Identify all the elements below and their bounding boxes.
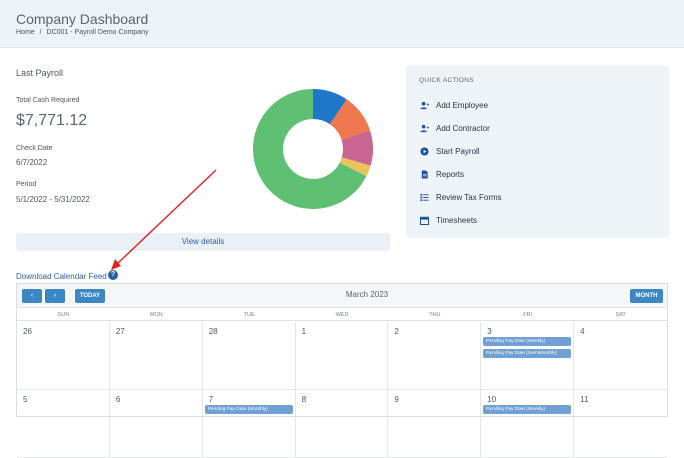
- day-number: 3: [487, 327, 492, 336]
- document-icon: [420, 169, 429, 179]
- weekday-label: FRI: [523, 312, 533, 318]
- help-icon[interactable]: ?: [108, 270, 118, 280]
- calendar-event[interactable]: Pending Pay Date (Monthly): [204, 405, 293, 414]
- calendar-day-cell[interactable]: 7 Pending Pay Date (Monthly): [202, 390, 296, 458]
- day-number: 28: [208, 327, 218, 336]
- day-number: 27: [115, 327, 125, 336]
- calendar-day-cell[interactable]: 2: [388, 322, 482, 390]
- calendar-day-cell[interactable]: 9: [388, 390, 482, 458]
- day-number: 10: [487, 395, 497, 404]
- calendar-day-cell[interactable]: 6: [109, 390, 203, 458]
- total-cash-value: $7,771.12: [16, 112, 88, 129]
- calendar-day-cell[interactable]: 26: [17, 322, 110, 390]
- day-number: 7: [208, 395, 214, 404]
- breadcrumb-separator: /: [39, 29, 42, 36]
- weekday-label: SUN: [57, 312, 70, 318]
- add-contractor-icon: [420, 124, 429, 133]
- calendar-day-cell[interactable]: 3 Pending Pay Date (Weekly) Pending Pay Da…: [481, 322, 575, 390]
- list-icon: [420, 193, 429, 202]
- calendar-day-cell[interactable]: 11: [574, 390, 667, 458]
- weekday-label: WED: [335, 312, 349, 318]
- breadcrumb: Home / DC001 - Payroll Demo Company: [16, 29, 151, 36]
- day-number: 6: [115, 395, 121, 404]
- calendar-toolbar: ‹ › TODAY March 2023 MONTH: [17, 284, 667, 308]
- timesheets-action[interactable]: Timesheets: [420, 213, 477, 227]
- page-header: Company Dashboard Home / DC001 - Payroll…: [0, 0, 684, 48]
- day-number: 8: [301, 395, 307, 404]
- calendar-day-cell[interactable]: 1: [295, 322, 389, 390]
- start-payroll-label: Start Payroll: [436, 146, 480, 156]
- calendar-day-cell[interactable]: 28: [202, 322, 296, 390]
- period-value: 5/1/2022 - 5/31/2022: [16, 195, 90, 204]
- page-title: Company Dashboard: [16, 11, 149, 27]
- check-date-value: 6/7/2022: [16, 158, 48, 167]
- add-employee-action[interactable]: Add Employee: [420, 98, 488, 112]
- add-employee-label: Add Employee: [436, 100, 489, 110]
- weekday-label: THU: [429, 312, 441, 318]
- calendar-month-label: March 2023: [345, 290, 389, 299]
- breadcrumb-company: DC001 - Payroll Demo Company: [46, 29, 149, 36]
- day-number: 4: [580, 327, 585, 336]
- period-label: Period: [16, 181, 37, 188]
- weekday-label: MON: [149, 312, 163, 318]
- calendar-prev-button[interactable]: ‹: [22, 289, 42, 303]
- weekday-label: SAT: [615, 312, 626, 318]
- calendar-next-button[interactable]: ›: [45, 289, 65, 303]
- calendar-grid: 26 27 28 1 2 3 Pending Pay Date (Weekly) Pendin…: [17, 322, 667, 458]
- calendar-day-cell[interactable]: 5: [17, 390, 110, 458]
- calendar-event[interactable]: Pending Pay Date (Weekly): [483, 405, 572, 414]
- download-calendar-feed-link[interactable]: Download Calendar Feed: [16, 272, 107, 281]
- check-date-label: Check Date: [16, 145, 53, 152]
- day-number: 5: [23, 395, 28, 404]
- timesheets-label: Timesheets: [436, 215, 478, 225]
- review-tax-forms-action[interactable]: Review Tax Forms: [420, 190, 502, 204]
- add-contractor-label: Add Contractor: [436, 123, 490, 133]
- add-user-icon: [420, 101, 429, 110]
- day-number: 9: [394, 395, 399, 404]
- last-payroll-title: Last Payroll: [16, 68, 64, 78]
- day-number: 1: [301, 327, 307, 336]
- calendar: ‹ › TODAY March 2023 MONTH SUN MON TUE W…: [16, 283, 668, 458]
- calendar-day-cell[interactable]: 4: [574, 322, 667, 390]
- calendar-weekdays: SUN MON TUE WED THU FRI SAT: [17, 309, 667, 321]
- day-number: 11: [580, 395, 589, 404]
- payroll-donut-chart: [253, 89, 373, 209]
- calendar-day-cell[interactable]: 8: [295, 390, 389, 458]
- reports-label: Reports: [436, 169, 465, 179]
- quick-actions-panel: QUICK ACTIONS Add Employee Add Contracto…: [406, 65, 669, 238]
- calendar-day-cell[interactable]: 10 Pending Pay Date (Weekly): [481, 390, 575, 458]
- calendar-event[interactable]: Pending Pay Date (Weekly): [483, 337, 572, 346]
- calendar-today-button[interactable]: TODAY: [75, 289, 105, 303]
- view-details-button[interactable]: View details: [16, 233, 390, 251]
- reports-action[interactable]: Reports: [420, 167, 464, 181]
- quick-actions-title: QUICK ACTIONS: [419, 77, 474, 84]
- add-contractor-action[interactable]: Add Contractor: [420, 121, 490, 135]
- weekday-label: TUE: [243, 312, 255, 318]
- review-tax-forms-label: Review Tax Forms: [436, 192, 502, 202]
- calendar-day-cell[interactable]: 27: [109, 322, 203, 390]
- calendar-month-view-button[interactable]: MONTH: [630, 289, 663, 303]
- calendar-icon: [420, 216, 429, 225]
- calendar-event[interactable]: Pending Pay Date (SemiMonthly): [483, 349, 572, 358]
- start-payroll-action[interactable]: Start Payroll: [420, 144, 480, 158]
- play-circle-icon: [420, 146, 429, 156]
- day-number: 26: [23, 327, 32, 336]
- total-cash-label: Total Cash Required: [16, 97, 80, 104]
- day-number: 2: [394, 327, 399, 336]
- breadcrumb-home[interactable]: Home: [16, 29, 35, 36]
